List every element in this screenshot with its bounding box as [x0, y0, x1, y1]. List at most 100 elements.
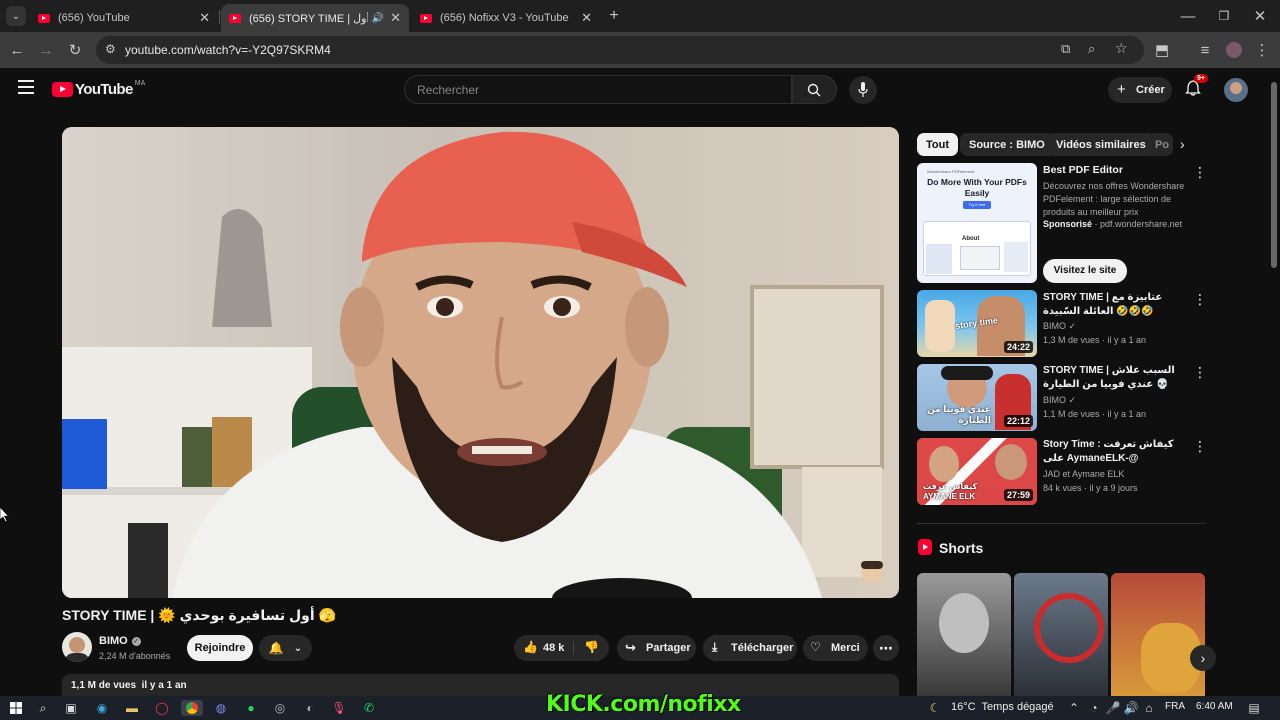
tab-divider: [219, 10, 220, 24]
language-indicator[interactable]: FRA: [1165, 701, 1185, 712]
related-video-age: il y a 9 jours: [1089, 483, 1138, 493]
create-button[interactable]: + Créer: [1108, 77, 1172, 103]
back-icon[interactable]: ←: [7, 40, 27, 60]
video-player[interactable]: [62, 127, 899, 598]
video-frame: [62, 127, 899, 598]
voice-search-button[interactable]: [849, 76, 877, 104]
like-count[interactable]: 48 k: [543, 642, 564, 654]
taskbar-search-icon[interactable]: ⌕: [35, 700, 51, 716]
related-video-thumbnail[interactable]: كيفاش عرفت AYMANE ELK 27:59: [917, 438, 1037, 505]
related-video-title[interactable]: STORY TIME | السبب علاش عندي فوبيا من ال…: [1043, 364, 1193, 392]
chip-all[interactable]: Tout: [917, 133, 959, 156]
search-input[interactable]: Rechercher: [404, 75, 792, 104]
tab-story-time[interactable]: (656) STORY TIME | أول 🔊 ✕: [221, 4, 409, 32]
ad-thumbnail[interactable]: Wondershare PDFelement Do More With Your…: [917, 163, 1037, 283]
video-menu-icon[interactable]: ⋮: [1193, 291, 1207, 307]
task-view-icon[interactable]: ▣: [63, 700, 79, 716]
site-info-icon[interactable]: ⚙: [105, 42, 116, 56]
steam-icon[interactable]: ◐: [302, 700, 318, 716]
new-tab-button[interactable]: +: [604, 6, 624, 26]
related-video-views: 1,1 M de vues: [1043, 409, 1100, 419]
notifications-bell-icon[interactable]: 9+: [1185, 74, 1208, 98]
weather-text[interactable]: 16°C Temps dégagé: [951, 701, 1054, 713]
opera-icon[interactable]: ◯: [154, 700, 170, 716]
account-avatar[interactable]: [1224, 78, 1248, 102]
clock-time[interactable]: 6:40 AM: [1196, 701, 1233, 712]
tab-nofixx[interactable]: (656) Nofixx V3 - YouTube ✕: [412, 4, 600, 32]
thanks-button[interactable]: ♡ Merci: [803, 635, 868, 661]
windows-start-icon[interactable]: [8, 700, 24, 716]
like-icon[interactable]: 👍: [523, 640, 538, 654]
close-tab-icon[interactable]: ✕: [581, 10, 592, 26]
minimize-window-icon[interactable]: —: [1178, 6, 1198, 26]
install-app-icon[interactable]: ⧉: [1061, 41, 1070, 57]
video-menu-icon[interactable]: ⋮: [1193, 364, 1207, 380]
shorts-next-chevron-icon[interactable]: ›: [1190, 645, 1216, 671]
tray-mic-icon[interactable]: 🎤: [1105, 700, 1121, 716]
more-actions-icon[interactable]: ⋯: [873, 635, 899, 661]
video-menu-icon[interactable]: ⋮: [1193, 438, 1207, 454]
join-button[interactable]: Rejoindre: [187, 635, 253, 661]
related-video-channel: JAD et Aymane ELK: [1043, 469, 1125, 479]
short-thumbnail[interactable]: [1014, 573, 1108, 696]
related-video-title[interactable]: Story Time : كيفاش تعرفت على AymaneELK-@: [1043, 438, 1193, 466]
close-window-icon[interactable]: ✕: [1250, 6, 1270, 26]
download-button[interactable]: ⤓ Télécharger: [703, 635, 797, 661]
tray-chevron-up-icon[interactable]: ⌃: [1066, 700, 1082, 716]
chip-source-bimo[interactable]: Source : BIMO: [960, 133, 1054, 156]
close-tab-icon[interactable]: ✕: [390, 10, 401, 26]
tab-search-icon[interactable]: ⌄: [6, 6, 26, 26]
youtube-logo[interactable]: YouTube MA: [52, 80, 145, 98]
ad-title[interactable]: Best PDF Editor: [1043, 163, 1193, 177]
close-tab-icon[interactable]: ✕: [199, 10, 210, 26]
spotify-icon[interactable]: ●: [243, 700, 259, 716]
reload-icon[interactable]: ↻: [65, 40, 85, 60]
related-video-thumbnail[interactable]: عندي فوبيا من الطيارة 22:12: [917, 364, 1037, 431]
extensions-icon[interactable]: ⬒: [1152, 40, 1172, 60]
channel-avatar[interactable]: [62, 632, 92, 662]
bookmark-star-icon[interactable]: ☆: [1115, 40, 1128, 57]
chrome-icon[interactable]: [181, 700, 203, 716]
windows-taskbar: ⌕ ▣ ◉ ▬ ◯ ◍ ● ◎ ◐ 🎙 ✆ KICK.com/nofixx ☾ …: [0, 692, 1280, 720]
speaker-icon[interactable]: 🔊: [372, 13, 384, 24]
related-video-age: il y a 1 an: [1107, 335, 1147, 345]
scrollbar-thumb[interactable]: [1271, 82, 1277, 268]
subscribed-bell-button[interactable]: 🔔 ⌄: [259, 635, 312, 661]
obs-icon[interactable]: ◎: [272, 700, 288, 716]
short-thumbnail[interactable]: [1111, 573, 1205, 696]
file-explorer-icon[interactable]: ▬: [124, 700, 140, 716]
description-box[interactable]: 1,1 M de vues il y a 1 an: [62, 674, 899, 696]
volume-icon[interactable]: 🔊: [1123, 700, 1139, 716]
visit-site-button[interactable]: Visitez le site: [1043, 259, 1127, 283]
chips-next-chevron-icon[interactable]: ›: [1180, 136, 1185, 152]
chip-similar-videos[interactable]: Vidéos similaires: [1047, 133, 1155, 156]
chip-partial[interactable]: Po: [1147, 133, 1173, 156]
hamburger-menu-icon[interactable]: [18, 80, 34, 94]
tray-app-icon[interactable]: ◔: [1086, 700, 1102, 716]
discord-icon[interactable]: ◍: [213, 700, 229, 716]
thanks-label: Merci: [831, 642, 860, 654]
whatsapp-icon[interactable]: ✆: [361, 700, 377, 716]
related-video-thumbnail[interactable]: story time 24:22: [917, 290, 1037, 357]
restore-window-icon[interactable]: ❐: [1214, 6, 1234, 26]
zoom-icon[interactable]: ⌕: [1088, 41, 1095, 57]
search-button[interactable]: [792, 75, 837, 104]
edge-browser-icon[interactable]: ◉: [94, 700, 110, 716]
notification-center-icon[interactable]: ▤: [1246, 700, 1262, 716]
network-icon[interactable]: ⌂: [1141, 700, 1157, 716]
browser-menu-icon[interactable]: ⋮: [1252, 40, 1272, 60]
share-button[interactable]: ↪ Partager: [617, 635, 696, 661]
media-control-icon[interactable]: ≡: [1195, 40, 1215, 60]
forward-icon[interactable]: →: [36, 40, 56, 60]
tab-youtube[interactable]: (656) YouTube ✕: [30, 4, 218, 32]
channel-name-row[interactable]: BIMO ✓: [99, 635, 141, 647]
related-video-title[interactable]: STORY TIME | عتابيزة مع العائلة السّبيدة…: [1043, 291, 1193, 319]
microphone-app-icon[interactable]: 🎙: [331, 700, 347, 716]
dislike-icon[interactable]: 👎: [584, 640, 599, 654]
profile-avatar-icon[interactable]: [1224, 40, 1244, 60]
address-bar[interactable]: ⚙ youtube.com/watch?v=-Y2Q97SKRM4 ⧉ ⌕ ☆: [96, 36, 1144, 64]
microphone-icon: [858, 82, 868, 97]
tab-title: (656) YouTube: [58, 12, 130, 24]
short-thumbnail[interactable]: [917, 573, 1011, 696]
ad-menu-icon[interactable]: ⋮: [1193, 164, 1207, 180]
